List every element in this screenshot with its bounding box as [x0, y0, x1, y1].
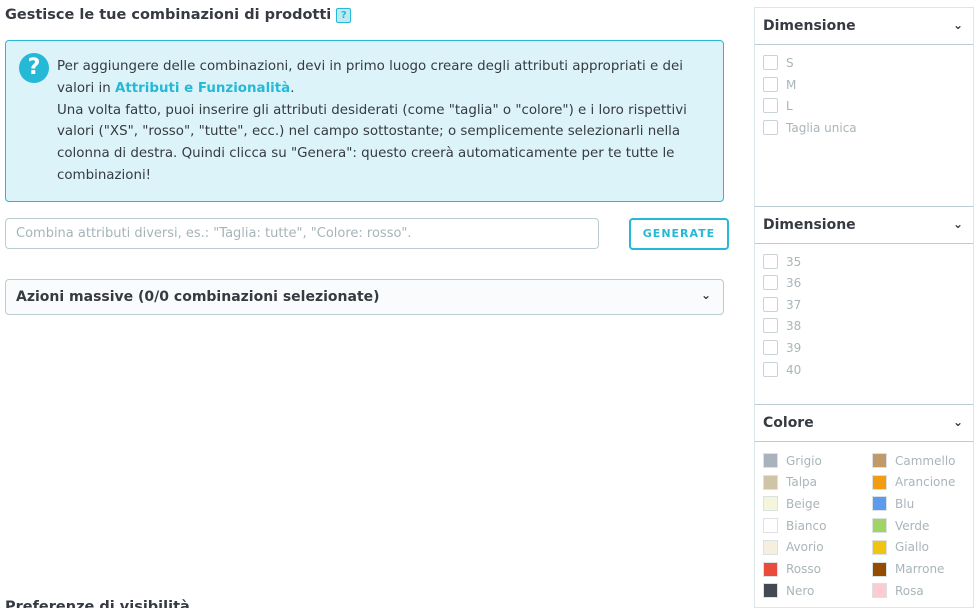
attribute-group-title: Colore: [763, 415, 814, 431]
color-swatch[interactable]: [763, 561, 778, 577]
color-option[interactable]: Giallo: [872, 539, 929, 555]
chevron-down-icon: ⌄: [700, 288, 711, 302]
color-option-label: Verde: [895, 518, 930, 533]
color-option-label: Cammello: [895, 453, 956, 468]
color-option[interactable]: Rosso: [763, 561, 821, 577]
attribute-option[interactable]: 36: [763, 275, 801, 290]
color-option[interactable]: Verde: [872, 518, 930, 534]
color-option-label: Blu: [895, 496, 915, 511]
chevron-down-icon: ⌄: [952, 415, 963, 429]
color-option-label: Beige: [786, 496, 820, 511]
color-option-label: Grigio: [786, 453, 822, 468]
checkbox[interactable]: [763, 362, 778, 377]
chevron-down-icon: ⌄: [952, 217, 963, 231]
visibility-preferences-title: Preferenze di visibilità: [5, 599, 190, 608]
color-swatch[interactable]: [763, 474, 778, 490]
color-option[interactable]: Bianco: [763, 518, 827, 534]
color-option-label: Marrone: [895, 562, 945, 576]
checkbox[interactable]: [763, 120, 778, 135]
color-swatch[interactable]: [872, 583, 887, 599]
color-option[interactable]: Talpa: [763, 474, 818, 490]
color-option-label: Bianco: [786, 518, 827, 533]
color-swatch[interactable]: [872, 496, 887, 512]
page-title: Gestisce le tue combinazioni di prodotti…: [5, 7, 352, 23]
color-swatch[interactable]: [872, 561, 887, 577]
checkbox[interactable]: [763, 254, 778, 269]
color-option-label: Nero: [786, 583, 815, 598]
attribute-option-label: Taglia unica: [786, 120, 857, 135]
bulk-actions-dropdown[interactable]: Azioni massive (0/0 combinazioni selezio…: [5, 279, 724, 315]
help-icon[interactable]: ?: [336, 7, 352, 23]
attribute-option[interactable]: 39: [763, 340, 801, 355]
checkbox[interactable]: [763, 55, 778, 70]
color-swatch[interactable]: [763, 496, 778, 512]
color-option-label: Rosso: [786, 562, 821, 576]
color-swatch[interactable]: [872, 453, 887, 468]
color-option[interactable]: Marrone: [872, 561, 945, 577]
color-option[interactable]: Nero: [763, 583, 815, 599]
checkbox[interactable]: [763, 318, 778, 333]
color-swatch[interactable]: [763, 518, 778, 534]
attribute-option[interactable]: Taglia unica: [763, 120, 857, 135]
color-swatch[interactable]: [872, 474, 887, 490]
checkbox[interactable]: [763, 275, 778, 290]
color-swatch[interactable]: [763, 583, 778, 599]
attribute-option[interactable]: S: [763, 55, 794, 70]
attribute-option-label: 40: [786, 362, 802, 377]
color-option-label: Arancione: [895, 475, 956, 490]
attribute-option-label: M: [786, 77, 797, 92]
attribute-option-label: S: [786, 55, 794, 70]
color-option[interactable]: Arancione: [872, 474, 956, 490]
attribute-group-header[interactable]: Dimensione ⌄: [755, 207, 973, 244]
color-swatch[interactable]: [872, 539, 887, 555]
attribute-option[interactable]: M: [763, 77, 796, 92]
attribute-option-label: L: [786, 98, 793, 113]
checkbox[interactable]: [763, 340, 778, 355]
attribute-group-title: Dimensione: [763, 18, 856, 34]
checkbox[interactable]: [763, 77, 778, 92]
attribute-option-label: 39: [786, 340, 802, 355]
color-option[interactable]: Rosa: [872, 583, 924, 599]
color-option-label: Giallo: [895, 540, 929, 555]
attribute-option-label: 37: [786, 297, 802, 312]
attribute-option-label: 36: [786, 275, 802, 290]
checkbox[interactable]: [763, 297, 778, 312]
attribute-group-header[interactable]: Colore ⌄: [755, 405, 973, 442]
color-option[interactable]: Beige: [763, 496, 820, 512]
attribute-option[interactable]: 35: [763, 254, 801, 269]
color-option[interactable]: Blu: [872, 496, 915, 512]
combine-attributes-input[interactable]: [5, 218, 599, 249]
color-swatch[interactable]: [872, 518, 887, 534]
color-option[interactable]: Grigio: [763, 453, 822, 468]
attribute-option[interactable]: 37: [763, 297, 801, 312]
color-option[interactable]: Avorio: [763, 539, 824, 555]
color-option[interactable]: Cammello: [872, 453, 956, 468]
question-icon: ?: [19, 53, 49, 83]
page-title-text: Gestisce le tue combinazioni di prodotti: [5, 7, 332, 23]
info-alert: ? Per aggiungere delle combinazioni, dev…: [5, 40, 724, 202]
attribute-option[interactable]: 40: [763, 362, 801, 377]
attribute-option-label: 35: [786, 254, 802, 269]
color-swatch[interactable]: [763, 539, 778, 555]
bulk-actions-label: Azioni massive (0/0 combinazioni selezio…: [16, 289, 380, 305]
attribute-option[interactable]: L: [763, 98, 793, 113]
generate-button[interactable]: GENERATE: [629, 218, 729, 250]
attribute-option-label: 38: [786, 318, 802, 333]
checkbox[interactable]: [763, 98, 778, 113]
attribute-option[interactable]: 38: [763, 318, 801, 333]
info-link-suffix: .: [290, 80, 295, 96]
color-swatch[interactable]: [763, 453, 778, 468]
color-option-label: Talpa: [786, 475, 818, 490]
color-option-label: Rosa: [895, 583, 924, 598]
color-option-label: Avorio: [786, 540, 824, 555]
attribute-group-header[interactable]: Dimensione ⌄: [755, 8, 973, 45]
attribute-group-title: Dimensione: [763, 217, 856, 233]
attributes-features-link[interactable]: Attributi e Funzionalità: [115, 81, 290, 96]
attributes-sidebar: Dimensione ⌄ S M L Taglia unica Dimensio…: [754, 7, 974, 608]
info-line2: Una volta fatto, puoi inserire gli attri…: [57, 102, 687, 183]
chevron-down-icon: ⌄: [952, 18, 963, 32]
info-text: Per aggiungere delle combinazioni, devi …: [57, 56, 717, 187]
